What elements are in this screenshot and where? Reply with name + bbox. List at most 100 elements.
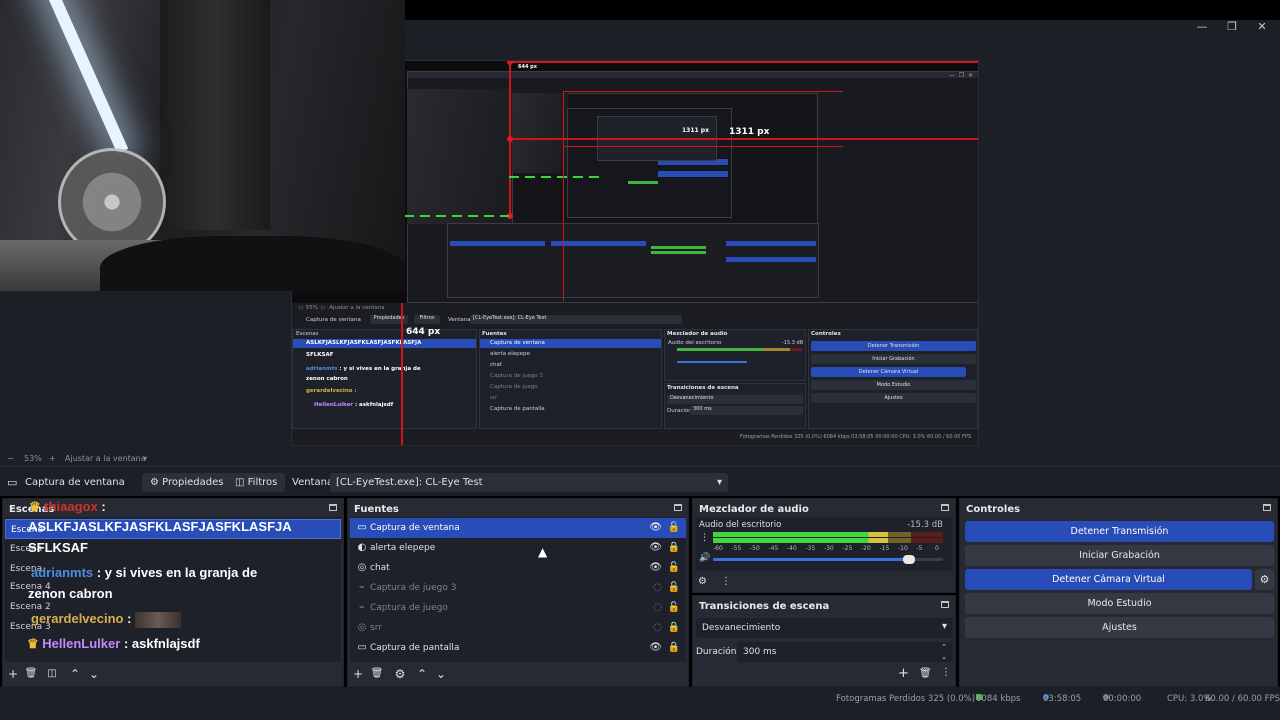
unlock-icon[interactable]: 🔓	[668, 558, 680, 578]
light-tube	[40, 0, 129, 154]
popout-icon[interactable]	[1263, 504, 1271, 511]
start-recording-button[interactable]: Iniciar Grabación	[965, 545, 1274, 566]
move-down-icon[interactable]: ⌄	[87, 667, 101, 681]
source-item[interactable]: ▭ Captura de pantalla 👁 🔒	[350, 638, 686, 658]
meter-tick-label: -20	[861, 545, 871, 552]
duration-label: Duración	[696, 647, 737, 657]
popout-icon[interactable]	[941, 504, 949, 511]
duration-input[interactable]: 300 ms ⌃ ⌄	[737, 642, 953, 662]
add-icon[interactable]: +	[898, 666, 909, 681]
transition-select[interactable]: Desvanecimiento ▾	[696, 618, 953, 638]
source-item[interactable]: ◐ alerta elepepe 👁 🔒	[350, 538, 686, 558]
duration-value: 300 ms	[743, 647, 777, 657]
eye-icon[interactable]: 👁	[649, 558, 662, 578]
chevron-down-icon: ▾	[716, 477, 722, 488]
guide-handle[interactable]	[507, 136, 513, 142]
eye-icon[interactable]: 👁	[649, 518, 662, 538]
add-icon[interactable]: +	[6, 667, 20, 681]
gear-icon[interactable]: ⚙	[1255, 569, 1274, 590]
source-label: Captura de ventana	[370, 523, 460, 533]
properties-button[interactable]: ⚙ Propiedades	[142, 473, 232, 492]
popout-icon[interactable]	[329, 504, 337, 511]
eye-hidden-icon[interactable]: ◌	[653, 618, 662, 638]
lock-icon[interactable]: 🔒	[668, 538, 680, 558]
minimize-button[interactable]: —	[1187, 20, 1217, 34]
sources-list: ▭ Captura de ventana 👁 🔓 ◐ alerta elepep…	[350, 517, 686, 662]
source-item[interactable]: ⌁ Captura de juego 3 ◌ 🔓	[350, 578, 686, 598]
menu-icon[interactable]: ⋮	[700, 533, 709, 543]
lock-icon[interactable]: 🔒	[668, 618, 680, 638]
sources-toolbar: + 🗑 ⚙ ⌃ ⌄	[348, 662, 688, 686]
sources-title: Fuentes	[354, 504, 399, 515]
maximize-button[interactable]: ❐	[1217, 20, 1247, 34]
zoom-out-button[interactable]: −	[7, 454, 14, 463]
measure-vertical: 644 px	[406, 327, 441, 337]
meter-tick-label: -5	[916, 545, 923, 552]
chat-line: adrianmts : y si vives en la granja de	[31, 565, 258, 580]
meter-tick-label: -25	[842, 545, 853, 552]
stop-streaming-button[interactable]: Detener Transmisión	[965, 521, 1274, 542]
source-item[interactable]: ◎ chat 👁 🔓	[350, 558, 686, 578]
window-select-value: [CL-EyeTest.exe]: CL-Eye Test	[336, 477, 483, 488]
meter-tick-label: -35	[805, 545, 816, 552]
source-item[interactable]: ▭ Captura de ventana 👁 🔓	[350, 518, 686, 538]
window-label: Ventana	[292, 477, 334, 488]
dropped-frames: Fotogramas Perdidos 325 (0.0%)	[836, 694, 976, 704]
close-button[interactable]: ✕	[1247, 20, 1277, 34]
speaker-icon[interactable]: 🔊	[699, 553, 710, 563]
trash-icon[interactable]: 🗑	[370, 667, 384, 681]
gamepad-icon: ⌁	[358, 602, 366, 613]
guide-handle[interactable]	[507, 61, 513, 65]
filter-icon[interactable]: ◫	[45, 667, 59, 681]
filters-button[interactable]: ◫ Filtros	[227, 473, 286, 492]
volume-slider-handle[interactable]	[902, 555, 915, 564]
chat-line: gerardelvecino :	[31, 611, 182, 628]
eye-hidden-icon[interactable]: ◌	[653, 598, 662, 618]
volume-slider[interactable]	[713, 555, 943, 564]
guide-vertical-3	[563, 91, 564, 301]
zoom-in-button[interactable]: +	[49, 454, 56, 463]
menu-icon[interactable]: ⋮	[721, 576, 731, 587]
measure-horizontal: 1311 px	[729, 127, 770, 137]
move-down-icon[interactable]: ⌄	[434, 667, 448, 681]
stop-virtual-camera-button[interactable]: Detener Cámara Virtual	[965, 569, 1252, 590]
meter-tick-label: 0	[935, 545, 939, 552]
chevron-down-icon: ▾	[941, 621, 947, 632]
settings-button[interactable]: Ajustes	[965, 617, 1274, 638]
studio-mode-button[interactable]: Modo Estudio	[965, 593, 1274, 614]
eye-hidden-icon[interactable]: ◌	[653, 578, 662, 598]
window-select[interactable]: [CL-EyeTest.exe]: CL-Eye Test ▾	[330, 473, 728, 492]
mouse-cursor: ▲	[538, 545, 548, 559]
meter-tick-label: -60	[713, 545, 723, 552]
menu-icon[interactable]: ⋮	[941, 667, 951, 678]
gear-icon: ⚙	[150, 477, 159, 488]
channel-db: -15.3 dB	[907, 520, 943, 530]
unlock-icon[interactable]: 🔓	[668, 598, 680, 618]
eye-icon[interactable]: 👁	[649, 538, 662, 558]
popout-icon[interactable]	[941, 601, 949, 608]
source-label: srr	[370, 623, 382, 633]
filter-icon: ◫	[235, 477, 245, 488]
eye-icon[interactable]: 👁	[649, 638, 662, 658]
trash-icon[interactable]: 🗑	[919, 668, 932, 679]
fit-window-label[interactable]: Ajustar a la ventana	[65, 454, 146, 463]
gear-icon[interactable]: ⚙	[393, 667, 407, 681]
nested-obs: ◁ 55% ▷ Ajustar a la ventana Captura de …	[292, 303, 978, 445]
add-icon[interactable]: +	[351, 667, 365, 681]
meter-tick-label: -45	[768, 545, 779, 552]
display-capture-icon: ▭	[357, 642, 367, 653]
unlock-icon[interactable]: 🔓	[668, 518, 680, 538]
gamepad-icon: ⌁	[358, 582, 366, 593]
chevron-down-icon[interactable]: ▾	[143, 454, 147, 463]
unlock-icon[interactable]: 🔓	[668, 578, 680, 598]
stepper-icon[interactable]: ⌃ ⌄	[941, 642, 947, 662]
move-up-icon[interactable]: ⌃	[415, 667, 429, 681]
source-item[interactable]: ◎ srr ◌ 🔒	[350, 618, 686, 638]
lock-icon[interactable]: 🔒	[668, 638, 680, 658]
popout-icon[interactable]	[674, 504, 682, 511]
meter-tick-label: -40	[787, 545, 797, 552]
move-up-icon[interactable]: ⌃	[68, 667, 82, 681]
gear-icon[interactable]: ⚙	[698, 576, 707, 587]
trash-icon[interactable]: 🗑	[24, 667, 38, 681]
source-item[interactable]: ⌁ Captura de juego ◌ 🔓	[350, 598, 686, 618]
